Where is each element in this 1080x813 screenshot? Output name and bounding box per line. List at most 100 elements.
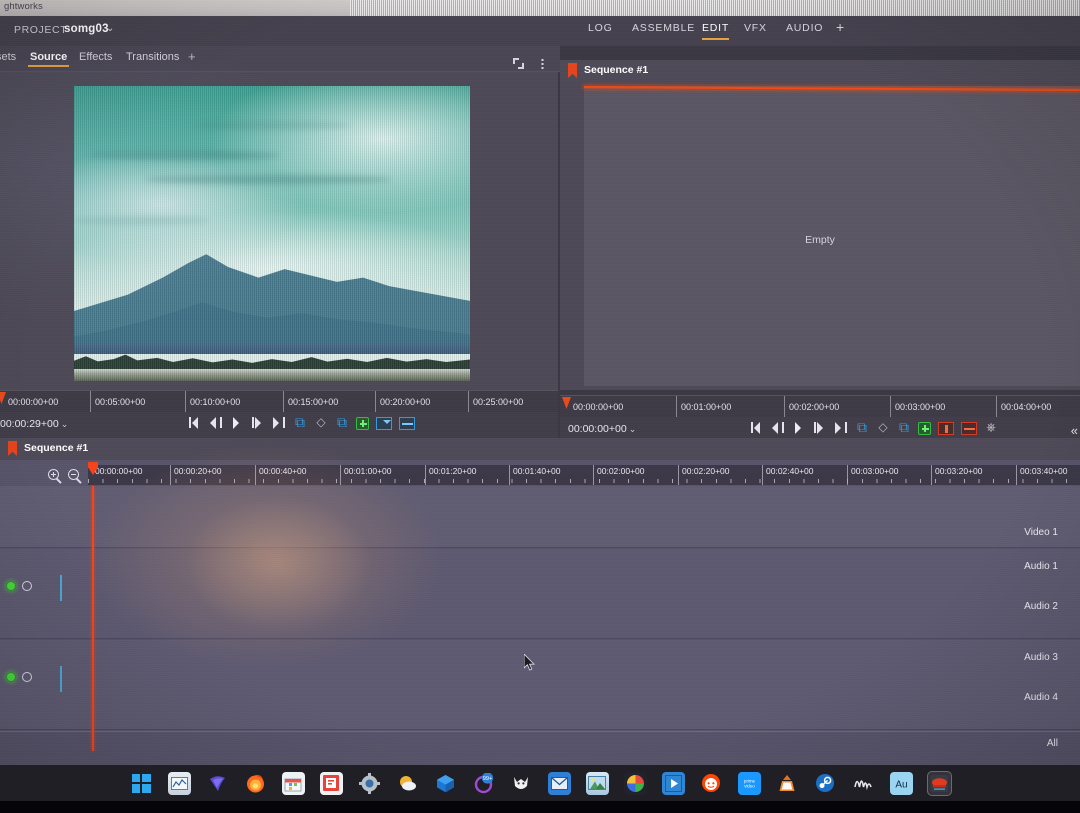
tab-edit[interactable]: EDIT: [702, 22, 730, 40]
go-to-start-button[interactable]: [188, 415, 202, 430]
tab-audio[interactable]: AUDIO: [786, 22, 823, 38]
adobe-audition-icon[interactable]: Au: [889, 771, 913, 795]
mark-in-button[interactable]: ⧉: [293, 415, 307, 430]
go-to-end-button[interactable]: [834, 420, 848, 435]
tab-log[interactable]: LOG: [588, 22, 613, 38]
wolf-icon[interactable]: [510, 772, 533, 795]
timeline-ruler[interactable]: 00:00:00+00 00:00:20+00 00:00:40+00 00:0…: [88, 465, 1080, 485]
fullscreen-icon[interactable]: [513, 58, 524, 69]
delete-button[interactable]: [938, 421, 954, 435]
task-view-icon[interactable]: [167, 771, 191, 795]
go-to-end-button[interactable]: [272, 415, 286, 430]
mail-icon[interactable]: [547, 771, 571, 795]
kebab-menu-icon[interactable]: [541, 58, 544, 70]
vlc-icon[interactable]: [776, 772, 799, 795]
source-video-frame[interactable]: [74, 86, 470, 381]
windows-start-icon[interactable]: [130, 772, 153, 795]
step-back-button[interactable]: [209, 415, 223, 430]
track-enable-toggle-audio12[interactable]: [6, 581, 16, 591]
prime-video-icon[interactable]: prime video: [737, 771, 761, 795]
step-forward-button[interactable]: [251, 415, 265, 430]
go-to-start-button[interactable]: [750, 420, 764, 435]
add-edit-button[interactable]: [356, 416, 369, 430]
tab-assemble[interactable]: ASSEMBLE: [632, 22, 695, 38]
firefox-icon[interactable]: [244, 772, 267, 795]
lightworks-icon[interactable]: [926, 770, 952, 796]
weather-icon[interactable]: [396, 772, 419, 795]
add-tab-button[interactable]: +: [836, 19, 845, 39]
settings-icon[interactable]: [358, 772, 381, 795]
chevron-down-icon[interactable]: ⌄: [106, 23, 114, 34]
mark-in-button[interactable]: ⧉: [855, 420, 869, 435]
steam-icon[interactable]: [814, 772, 837, 795]
3d-viewer-icon[interactable]: [434, 772, 457, 795]
tab-transitions[interactable]: Transitions: [126, 51, 179, 63]
track-lane-video1[interactable]: [88, 486, 1080, 547]
mark-out-button[interactable]: ⧉: [335, 415, 349, 430]
foreground-town: [74, 369, 470, 381]
timeline-sequence-title: Sequence #1: [24, 442, 89, 454]
tab-source[interactable]: Source: [27, 51, 70, 67]
svg-text:video: video: [744, 783, 755, 788]
track-enable-toggle-audio34[interactable]: [6, 672, 16, 682]
track-row-all[interactable]: All: [0, 731, 1080, 757]
audacity-icon[interactable]: [852, 772, 875, 795]
cloud-streak: [145, 174, 391, 184]
chevron-down-icon[interactable]: ⌄: [629, 424, 637, 434]
chevron-down-icon[interactable]: ⌄: [61, 419, 69, 429]
add-edit-button[interactable]: [918, 421, 931, 435]
notification-badge-icon[interactable]: 99+: [472, 772, 495, 795]
source-viewer[interactable]: [0, 58, 558, 390]
record-viewer[interactable]: Empty: [560, 82, 1080, 390]
color-picker-icon[interactable]: [623, 771, 647, 795]
source-timecode-field[interactable]: 00:00:29+00 ⌄: [0, 418, 68, 430]
photos-icon[interactable]: [585, 771, 609, 795]
tab-assets[interactable]: sets: [0, 51, 16, 63]
mark-clip-button[interactable]: ◇: [314, 415, 328, 430]
track-lane-audio34[interactable]: [88, 640, 1080, 729]
record-timecode-ruler[interactable]: 00:00:00+00 00:01:00+00 00:02:00+00 00:0…: [560, 395, 1080, 418]
track-lane-all[interactable]: [88, 732, 1080, 757]
reddit-icon[interactable]: [700, 772, 723, 795]
record-timecode-value: 00:00:00+00: [568, 423, 627, 435]
mark-out-button[interactable]: ⧉: [897, 420, 911, 435]
track-row-audio12[interactable]: Audio 1 Audio 2: [0, 549, 1080, 639]
source-timecode-ruler[interactable]: 00:00:00+00 00:05:00+00 00:10:00+00 00:1…: [0, 390, 558, 413]
add-bin-tab-button[interactable]: +: [188, 49, 196, 64]
track-solo-toggle-audio12[interactable]: [22, 581, 32, 591]
source-ruler-tick: 00:15:00+00: [283, 391, 338, 413]
remove-button[interactable]: [961, 421, 977, 435]
step-forward-button[interactable]: [813, 420, 827, 435]
audio-pair-link-icon: [60, 575, 62, 601]
track-lane-audio12[interactable]: [88, 549, 1080, 638]
taskbar-lower-bezel: [0, 801, 1080, 813]
step-back-button[interactable]: [771, 420, 785, 435]
timeline-playhead[interactable]: [92, 486, 94, 751]
tab-effects[interactable]: Effects: [79, 51, 112, 63]
record-timecode-field[interactable]: 00:00:00+00 ⌄: [568, 423, 636, 435]
source-ruler-tick: 00:00:00+00: [8, 397, 59, 407]
voice-over-button[interactable]: ⎈: [984, 420, 998, 435]
mark-clip-button[interactable]: ◇: [876, 420, 890, 435]
store-icon[interactable]: [281, 771, 305, 795]
project-name[interactable]: somg03: [64, 23, 109, 35]
chevrons-icon[interactable]: «: [1071, 423, 1078, 438]
play-button[interactable]: [230, 415, 244, 430]
timeline-panel[interactable]: 00:00:00+00 00:00:20+00 00:00:40+00 00:0…: [0, 460, 1080, 765]
wps-presentation-icon[interactable]: [319, 771, 343, 795]
timeline-titlebar: Sequence #1: [0, 438, 1080, 460]
zoom-in-icon[interactable]: [48, 469, 59, 480]
track-row-audio34[interactable]: Audio 3 Audio 4: [0, 640, 1080, 730]
insert-button[interactable]: [376, 416, 392, 430]
sequence-flag-icon: [8, 441, 17, 456]
track-row-video1[interactable]: Video 1: [0, 486, 1080, 548]
play-button[interactable]: [792, 420, 806, 435]
replace-button[interactable]: [399, 416, 415, 430]
windows-taskbar[interactable]: 99+ prime video Au: [0, 765, 1080, 813]
zoom-out-icon[interactable]: [68, 469, 79, 480]
sequence-flag-icon: [568, 63, 577, 78]
media-player-icon[interactable]: [661, 771, 685, 795]
tab-vfx[interactable]: VFX: [744, 22, 767, 38]
track-solo-toggle-audio34[interactable]: [22, 672, 32, 682]
thunderbird-icon[interactable]: [206, 772, 229, 795]
